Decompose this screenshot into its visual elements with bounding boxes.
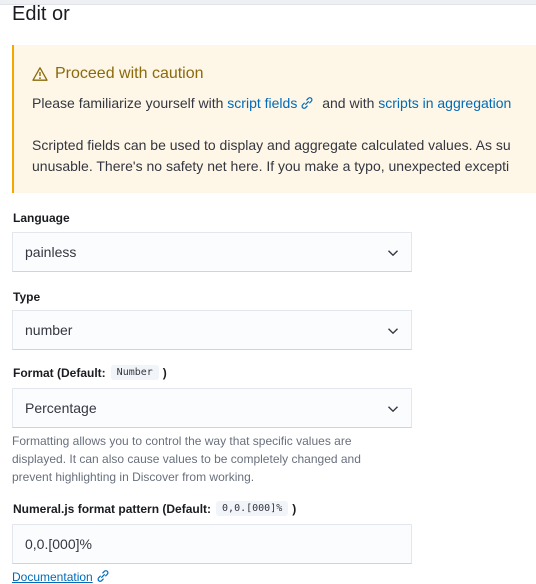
type-select-value: number <box>25 322 73 338</box>
language-label: Language <box>13 211 70 225</box>
page-title: Edit or <box>12 3 70 25</box>
callout-intro-text: Please familiarize yourself with <box>32 95 224 111</box>
format-select-value: Percentage <box>25 400 97 416</box>
format-label-text: Format (Default: <box>13 365 106 380</box>
chevron-down-icon <box>388 406 398 413</box>
script-fields-link[interactable]: script fields <box>227 95 318 111</box>
numeral-label-text: Numeral.js format pattern (Default: <box>13 501 212 516</box>
documentation-link[interactable]: Documentation <box>12 569 114 584</box>
link-icon <box>301 97 313 109</box>
alert-triangle-icon <box>32 67 48 81</box>
format-default-chip: Number <box>110 365 159 380</box>
numeral-pattern-label: Numeral.js format pattern (Default: 0,0.… <box>13 501 296 516</box>
numeral-default-chip: 0,0.[000]% <box>216 501 289 516</box>
format-select[interactable]: Percentage <box>12 388 412 428</box>
numeral-pattern-value: 0,0.[000]% <box>25 536 92 552</box>
numeral-pattern-input[interactable]: 0,0.[000]% <box>12 524 412 564</box>
format-label: Format (Default: Number ) <box>13 365 167 380</box>
chevron-down-icon <box>388 328 398 335</box>
scripts-in-aggregations-link[interactable]: scripts in aggregation <box>378 95 511 111</box>
callout-body-line-1: Scripted fields can be used to display a… <box>32 137 511 153</box>
callout-body-line-2: unusable. There's no safety net here. If… <box>32 158 510 174</box>
chevron-down-icon <box>388 250 398 257</box>
type-label: Type <box>13 290 41 304</box>
language-select[interactable]: painless <box>12 232 412 272</box>
top-divider <box>0 0 536 5</box>
callout-intro-middle: and with <box>322 95 375 111</box>
link-icon <box>97 570 109 582</box>
language-select-value: painless <box>25 244 77 260</box>
callout-intro: Please familiarize yourself with script … <box>32 93 511 114</box>
script-fields-link-text: script fields <box>227 95 298 111</box>
numeral-label-close: ) <box>292 501 297 516</box>
callout-title-text: Proceed with caution <box>55 65 204 82</box>
format-help-text: Formatting allows you to control the way… <box>12 434 361 484</box>
documentation-link-text: Documentation <box>12 570 93 584</box>
format-label-close: ) <box>162 365 167 380</box>
type-select[interactable]: number <box>12 310 412 350</box>
callout-body: Scripted fields can be used to display a… <box>32 135 511 177</box>
callout-title: Proceed with caution <box>32 64 204 84</box>
caution-callout: Proceed with caution Please familiarize … <box>12 45 536 193</box>
